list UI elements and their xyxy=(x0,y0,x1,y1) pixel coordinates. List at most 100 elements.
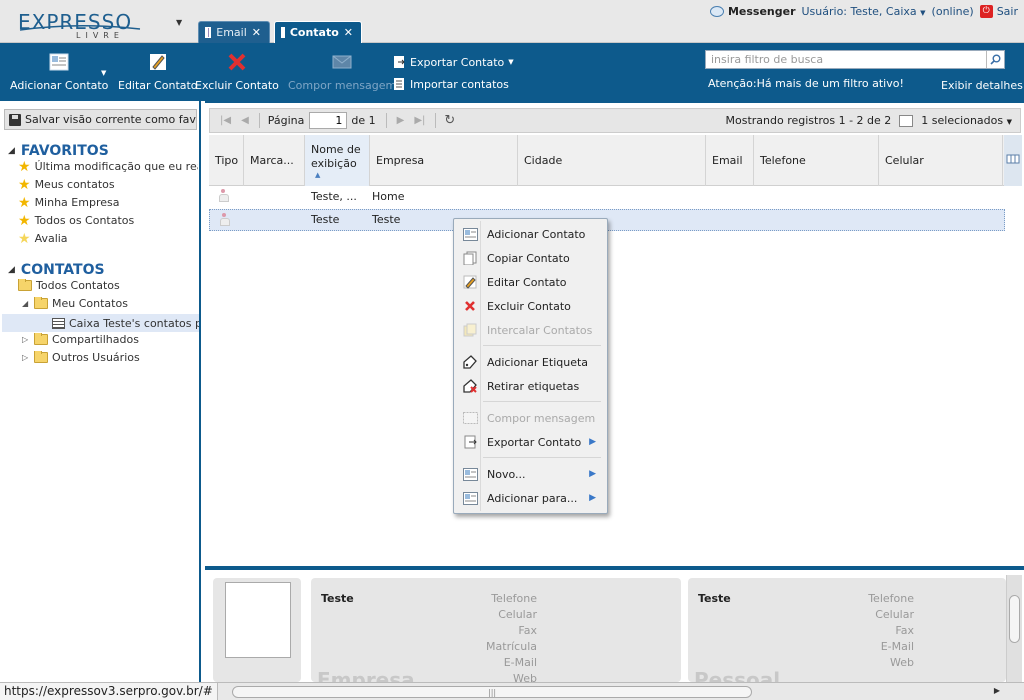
add-contact-dropdown-icon[interactable]: ▼ xyxy=(101,69,106,77)
messenger-button[interactable]: Messenger xyxy=(709,5,796,18)
divider xyxy=(385,113,387,128)
star-icon: ★ xyxy=(18,160,31,173)
contacts-grid-panel: |◀ ◀ Página de 1 ▶ ▶| ↻ Mostrando regist… xyxy=(205,101,1024,566)
preview-scrollbar[interactable] xyxy=(1006,575,1022,682)
horizontal-scrollbar[interactable]: ||| xyxy=(232,686,752,698)
logout-button[interactable]: ⏻ Sair xyxy=(979,4,1018,18)
menu-item-add-contact[interactable]: Adicionar Contato xyxy=(456,223,605,245)
menu-item-merge-contacts[interactable]: Intercalar Contatos xyxy=(456,319,605,341)
export-contact-button[interactable]: Exportar Contato ▼ xyxy=(393,55,514,69)
tab-email[interactable]: Email ✕ xyxy=(198,21,270,43)
favorite-item-my-company[interactable]: ★ Minha Empresa xyxy=(18,196,119,209)
favorite-item-last-modified[interactable]: ★Última modificação que eu realizei xyxy=(18,160,198,173)
folder-icon xyxy=(34,351,48,363)
menu-item-label: Copiar Contato xyxy=(487,251,570,265)
online-status[interactable]: (online) xyxy=(932,5,974,18)
column-header-type[interactable]: Tipo xyxy=(209,135,244,186)
column-header-mobile[interactable]: Celular xyxy=(879,135,1003,186)
import-icon xyxy=(394,78,404,90)
menu-item-label: Novo... xyxy=(487,467,526,481)
collapsed-triangle-icon[interactable]: ▷ xyxy=(22,335,30,344)
column-header-display-name[interactable]: Nome de exibição ▲ xyxy=(305,135,370,186)
menu-item-label: Editar Contato xyxy=(487,275,567,289)
cell-display-name: Teste, ... xyxy=(311,190,357,203)
compose-message-button[interactable]: Compor mensagem xyxy=(288,51,396,92)
show-details-link[interactable]: Exibir detalhes xyxy=(941,79,1023,92)
scroll-right-icon[interactable]: ▶ xyxy=(994,686,1000,695)
selected-count-menu[interactable]: 1 selecionados ▼ xyxy=(921,114,1012,127)
chevron-down-icon: ▼ xyxy=(1006,118,1012,126)
column-header-tags[interactable]: Marca... xyxy=(244,135,305,186)
column-header-company[interactable]: Empresa xyxy=(370,135,518,186)
first-page-icon[interactable]: |◀ xyxy=(220,115,231,126)
refresh-icon[interactable]: ↻ xyxy=(444,113,455,128)
table-row[interactable]: Teste, ... Home xyxy=(209,186,1005,208)
preview-card-personal: Teste Telefone Celular Fax E-Mail Web Pe… xyxy=(688,578,1006,682)
next-page-icon[interactable]: ▶ xyxy=(397,115,405,126)
add-contact-button[interactable]: Adicionar Contato xyxy=(10,51,108,92)
menu-item-compose-message[interactable]: Compor mensagem xyxy=(456,407,605,429)
favorites-header[interactable]: ◢ FAVORITOS xyxy=(8,143,109,159)
favorite-label: Última modificação que eu realizei xyxy=(34,160,198,173)
tree-all-contacts[interactable]: Todos Contatos xyxy=(18,279,120,292)
search-input[interactable] xyxy=(706,51,986,68)
menu-item-add-to[interactable]: Adicionar para... ▶ xyxy=(456,487,605,509)
user-menu[interactable]: Usuário: Teste, Caixa ▼ xyxy=(802,5,926,18)
column-chooser-button[interactable] xyxy=(1004,135,1022,186)
collapsed-triangle-icon[interactable]: ▷ xyxy=(22,353,30,362)
tree-my-contacts[interactable]: ◢ Meu Contatos xyxy=(22,297,128,310)
menu-item-add-tag[interactable]: Adicionar Etiqueta xyxy=(456,351,605,373)
import-contacts-button[interactable]: Importar contatos xyxy=(393,77,509,91)
menu-item-export-contact[interactable]: Exportar Contato ▶ xyxy=(456,431,605,453)
expresso-logo[interactable]: EXPRESSO LIVRE xyxy=(18,10,144,42)
app-menu-caret-icon[interactable]: ▼ xyxy=(176,18,182,27)
power-icon: ⏻ xyxy=(979,4,993,18)
edit-contact-button[interactable]: Editar Contato xyxy=(118,51,198,92)
menu-item-new[interactable]: Novo... ▶ xyxy=(456,463,605,485)
menu-item-copy-contact[interactable]: Copiar Contato xyxy=(456,247,605,269)
cell-company: Teste xyxy=(372,213,401,226)
filter-warning: Atenção:Há mais de um filtro ativo! xyxy=(708,77,904,90)
field-label: Fax xyxy=(895,624,914,637)
tree-personal-addressbook[interactable]: Caixa Teste's contatos pessoais xyxy=(2,314,199,332)
page-number-input[interactable] xyxy=(309,112,348,129)
save-view-button[interactable]: Salvar visão corrente como favorito xyxy=(4,109,197,130)
expanded-triangle-icon[interactable]: ◢ xyxy=(22,299,30,308)
export-icon xyxy=(462,434,478,450)
compose-icon xyxy=(332,55,352,69)
menu-item-edit-contact[interactable]: Editar Contato xyxy=(456,271,605,293)
user-label: Usuário: Teste, Caixa xyxy=(801,4,917,18)
favorite-item-my-contacts[interactable]: ★ Meus contatos xyxy=(18,178,115,191)
column-header-city[interactable]: Cidade xyxy=(518,135,706,186)
close-email-tab-icon[interactable]: ✕ xyxy=(252,26,261,39)
top-bar: EXPRESSO LIVRE ▼ Email ✕ Contato ✕ Messe… xyxy=(0,0,1024,43)
tab-contato[interactable]: Contato ✕ xyxy=(274,21,362,43)
scrollbar-thumb[interactable] xyxy=(1009,595,1020,643)
collapse-favorites-icon[interactable]: ◢ xyxy=(8,146,15,156)
user-area: Messenger Usuário: Teste, Caixa ▼ (onlin… xyxy=(709,3,1018,19)
preview-field-labels: Telefone Celular Fax E-Mail Web xyxy=(838,591,914,671)
contacts-header[interactable]: ◢ CONTATOS xyxy=(8,262,105,278)
collapse-contacts-icon[interactable]: ◢ xyxy=(8,265,15,275)
menu-item-delete-contact[interactable]: Excluir Contato xyxy=(456,295,605,317)
menu-item-remove-tags[interactable]: Retirar etiquetas xyxy=(456,375,605,397)
menu-separator xyxy=(483,457,601,458)
records-count: Mostrando registros 1 - 2 de 2 xyxy=(725,114,892,127)
previous-page-icon[interactable]: ◀ xyxy=(241,115,249,126)
column-header-email[interactable]: Email xyxy=(706,135,754,186)
favorite-item-avalia[interactable]: ★ Avalia xyxy=(18,232,68,245)
favorite-label: Avalia xyxy=(34,232,68,245)
export-icon xyxy=(394,56,405,68)
contacts-title: CONTATOS xyxy=(20,262,105,278)
last-page-icon[interactable]: ▶| xyxy=(414,115,425,126)
tree-other-users[interactable]: ▷ Outros Usuários xyxy=(22,351,140,364)
star-icon: ★ xyxy=(18,196,31,209)
column-header-phone[interactable]: Telefone xyxy=(754,135,879,186)
favorite-item-all-contacts[interactable]: ★ Todos os Contatos xyxy=(18,214,134,227)
search-button[interactable] xyxy=(986,51,1004,68)
delete-contact-button[interactable]: Excluir Contato xyxy=(195,51,279,92)
close-contato-tab-icon[interactable]: ✕ xyxy=(344,26,353,39)
tree-shared[interactable]: ▷ Compartilhados xyxy=(22,333,139,346)
field-label: Matrícula xyxy=(486,640,537,653)
add-contact-icon xyxy=(49,53,69,71)
